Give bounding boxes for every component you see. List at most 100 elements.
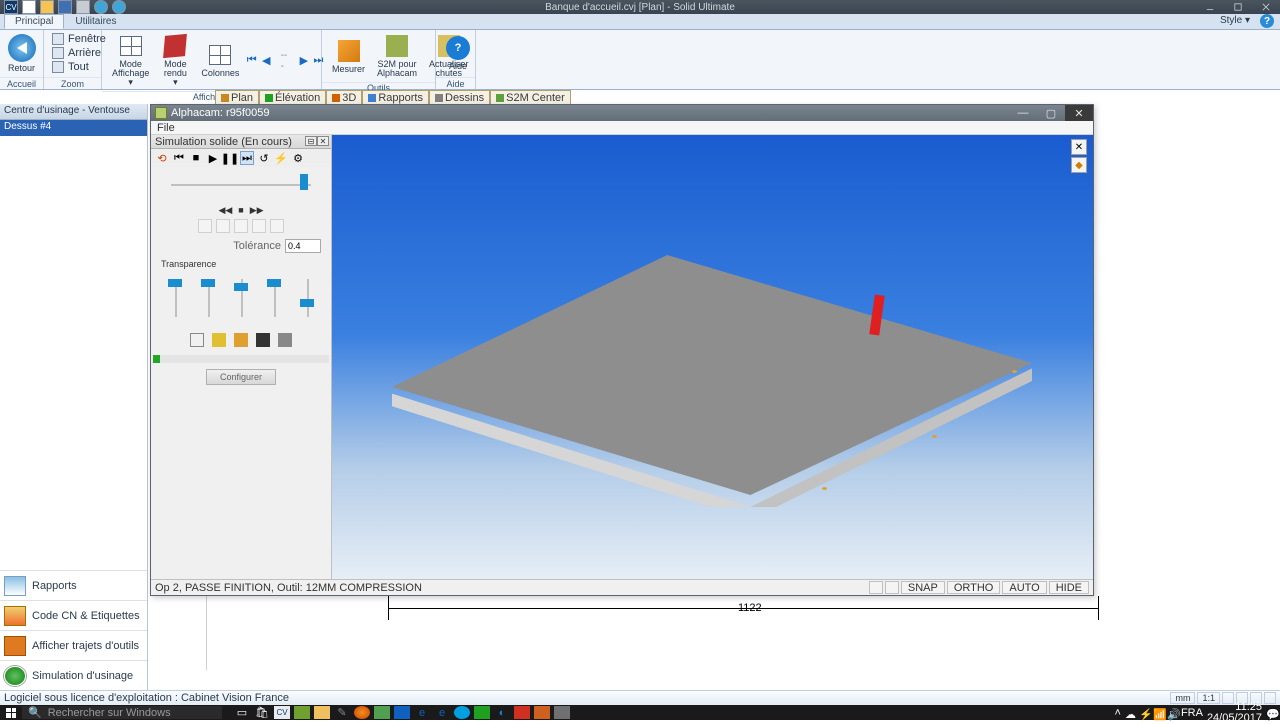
viewport-close-icon[interactable]: ✕ [1071,139,1087,155]
material-icon-2[interactable] [212,333,226,347]
help-icon[interactable]: ? [1260,14,1274,28]
colonnes-button[interactable]: Colonnes [195,41,245,80]
print-icon[interactable] [76,0,90,14]
tray-network-icon[interactable]: 📶 [1153,708,1163,718]
sim-play-icon[interactable]: ▶ [206,151,220,165]
open-file-icon[interactable] [40,0,54,14]
sim-speed-icon[interactable]: ⚡ [274,151,288,165]
cv2-app-icon[interactable] [374,706,390,719]
3d-viewport[interactable]: ✕ ◆ [332,135,1093,579]
sim-forward-button[interactable]: ▶▶ [250,205,264,216]
sim-reset-icon[interactable]: ⟲ [155,151,169,165]
sim-loop-icon[interactable]: ↺ [257,151,271,165]
zoom-tout-button[interactable]: Tout [48,60,93,74]
next-button[interactable]: ▶ [298,54,311,68]
configurer-button[interactable]: Configurer [206,369,276,385]
snap-toggle[interactable]: SNAP [901,581,945,594]
taskbar-search[interactable]: 🔍 Rechercher sur Windows [22,706,222,719]
tray-icon-2[interactable]: ⚡ [1139,708,1149,718]
skype-icon[interactable] [454,706,470,719]
prev-button[interactable]: ◀ [260,54,273,68]
tab-utilitaires[interactable]: Utilitaires [64,14,127,29]
simulation-panel-pin-icon[interactable]: ⊟ [305,136,317,146]
category-trajets[interactable]: Afficher trajets d'outils [0,630,147,660]
mode-affichage-button[interactable]: Mode Affichage ▾ [106,32,155,89]
minimize-button[interactable] [1196,0,1224,14]
zoom-arriere-button[interactable]: Arrière [48,46,105,60]
firefox-icon[interactable] [354,706,370,719]
sim-stop-icon[interactable]: ■ [189,151,203,165]
undo-icon[interactable] [94,0,108,14]
style-dropdown[interactable]: Style ▾ [1220,15,1250,26]
maximize-button[interactable] [1224,0,1252,14]
outlook-icon[interactable] [394,706,410,719]
app5-icon[interactable]: ✎ [334,706,350,719]
mode-rendu-button[interactable]: Mode rendu ▾ [155,32,195,89]
ortho-toggle[interactable]: ORTHO [947,581,1001,594]
new-file-icon[interactable] [22,0,36,14]
alphacam-maximize-button[interactable]: ▢ [1037,105,1065,121]
tray-clock[interactable]: 11:2524/05/2017 [1207,702,1262,724]
alphacam-close-button[interactable]: ✕ [1065,105,1093,121]
transparency-slider-5[interactable] [294,273,321,323]
tray-icon-1[interactable]: ☁ [1125,708,1135,718]
retour-button[interactable]: Retour [2,32,42,75]
transparency-slider-2[interactable] [194,273,221,323]
view-option-icon-2[interactable] [216,219,230,233]
app13-icon[interactable]: ◐ [494,706,510,719]
app12-icon[interactable] [474,706,490,719]
sim-settings-icon[interactable]: ⚙ [291,151,305,165]
category-simulation[interactable]: Simulation d'usinage [0,660,147,690]
edge-icon[interactable]: e [414,706,430,719]
material-icon-1[interactable] [190,333,204,347]
view-option-icon-5[interactable] [270,219,284,233]
store-icon[interactable]: 🛍 [254,706,270,719]
transparency-slider-4[interactable] [261,273,288,323]
view-option-icon-1[interactable] [198,219,212,233]
auto-toggle[interactable]: AUTO [1002,581,1046,594]
aide-button[interactable]: ?Aide [440,34,476,73]
app16-icon[interactable] [554,706,570,719]
tray-chevron-icon[interactable]: ˄ [1115,707,1121,719]
sim-rewind-button[interactable]: ◀◀ [218,205,232,216]
action-center-icon[interactable]: 💬 [1266,708,1276,718]
redo-icon[interactable] [112,0,126,14]
sim-step-fwd-icon[interactable]: ⏭ [240,151,254,165]
sim-step-back-icon[interactable]: ⏮ [172,151,186,165]
alphacam-titlebar[interactable]: Alphacam: r95f0059 — ▢ ✕ [151,105,1093,121]
simulation-speed-slider[interactable] [171,169,311,199]
alphacam-minimize-button[interactable]: — [1009,105,1037,121]
hide-toggle[interactable]: HIDE [1049,581,1089,594]
zoom-fenetre-button[interactable]: Fenêtre [48,32,110,46]
material-icon-4[interactable] [256,333,270,347]
tolerance-input[interactable] [285,239,321,253]
start-button[interactable] [0,705,22,720]
app15-icon[interactable] [534,706,550,719]
close-button[interactable] [1252,0,1280,14]
view-option-icon-4[interactable] [252,219,266,233]
s2m-app-icon[interactable] [294,706,310,719]
explorer-icon[interactable] [314,706,330,719]
first-button[interactable]: ⏮ [245,54,258,68]
category-code[interactable]: Code CN & Etiquettes [0,600,147,630]
alphacam-menu-file[interactable]: File [157,122,175,134]
cv-app-icon[interactable]: CV [274,706,290,719]
tab-principal[interactable]: Principal [4,14,64,29]
save-icon[interactable] [58,0,72,14]
app14-icon[interactable] [514,706,530,719]
mesurer-button[interactable]: Mesurer [326,37,371,76]
ie-icon[interactable]: e [434,706,450,719]
transparency-slider-3[interactable] [227,273,254,323]
transparency-slider-1[interactable] [161,273,188,323]
tray-lang[interactable]: FRA [1181,707,1203,719]
sim-stop-button[interactable]: ■ [238,205,243,215]
machining-center-item[interactable]: Dessus #4 [0,120,147,136]
s2m-button[interactable]: S2M pour Alphacam [371,32,423,80]
viewport-tool-icon[interactable]: ◆ [1071,157,1087,173]
category-rapports[interactable]: Rapports [0,570,147,600]
simulation-panel-close-icon[interactable]: ✕ [317,136,329,146]
view-option-icon-3[interactable] [234,219,248,233]
sim-pause-icon[interactable]: ❚❚ [223,151,237,165]
tray-volume-icon[interactable]: 🔊 [1167,708,1177,718]
task-view-icon[interactable]: ▭ [234,706,250,719]
